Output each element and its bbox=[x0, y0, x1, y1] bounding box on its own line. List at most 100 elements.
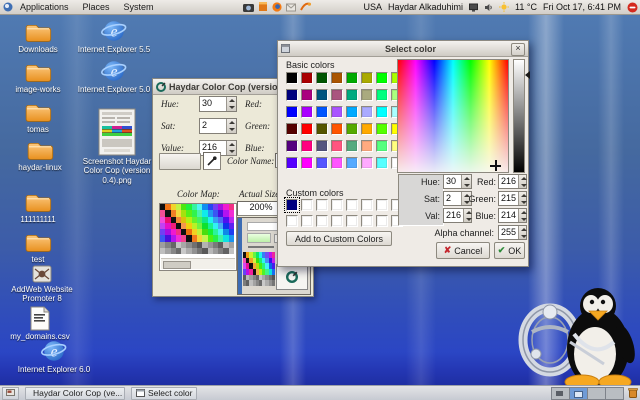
custom-color-swatch[interactable] bbox=[346, 199, 358, 211]
basic-color-swatch[interactable] bbox=[301, 123, 313, 135]
value-slider-marker[interactable] bbox=[525, 71, 530, 79]
basic-color-swatch[interactable] bbox=[316, 72, 328, 84]
custom-color-swatch[interactable] bbox=[361, 215, 373, 227]
custom-color-swatch[interactable] bbox=[361, 199, 373, 211]
alpha-spinbox[interactable]: 255 bbox=[498, 225, 527, 240]
desktop-icon-my-domains-csv[interactable]: my_domains.csv bbox=[4, 306, 76, 341]
workspace-4[interactable] bbox=[605, 386, 624, 400]
colorcop-sat-spinbox[interactable]: 2 bbox=[199, 118, 237, 134]
desktop-icon-internet-explorer-5-5[interactable]: e Internet Explorer 5.5 bbox=[64, 18, 164, 54]
basic-color-swatch[interactable] bbox=[346, 140, 358, 152]
spin-down-button[interactable] bbox=[464, 216, 472, 223]
spin-down-button[interactable] bbox=[519, 216, 527, 223]
basic-color-swatch[interactable] bbox=[316, 89, 328, 101]
basic-color-swatch[interactable] bbox=[286, 106, 298, 118]
menu-system[interactable]: System bbox=[117, 2, 161, 12]
green-spinbox[interactable]: 215 bbox=[498, 191, 527, 206]
menu-applications[interactable]: Applications bbox=[13, 2, 76, 12]
distro-menu-icon[interactable] bbox=[3, 2, 13, 12]
basic-color-swatch[interactable] bbox=[316, 106, 328, 118]
desktop-icon-tomas[interactable]: tomas bbox=[6, 102, 70, 134]
keyboard-layout-indicator[interactable]: USA bbox=[363, 2, 382, 12]
close-button[interactable]: × bbox=[511, 43, 525, 56]
basic-color-swatch[interactable] bbox=[316, 157, 328, 169]
cancel-button[interactable]: ✘ Cancel bbox=[436, 242, 490, 259]
desktop-icon-downloads[interactable]: Downloads bbox=[6, 22, 70, 54]
basic-color-swatch[interactable] bbox=[301, 72, 313, 84]
trash-icon[interactable] bbox=[628, 387, 638, 400]
basic-color-swatch[interactable] bbox=[286, 140, 298, 152]
basic-color-swatch[interactable] bbox=[346, 72, 358, 84]
basic-color-swatch[interactable] bbox=[331, 72, 343, 84]
eyedropper-button[interactable] bbox=[203, 152, 221, 170]
desktop-icon-screenshot-haydar-color-cop-ve[interactable]: Screenshot Haydar Color Cop (version 0.4… bbox=[76, 108, 158, 185]
mail-icon[interactable] bbox=[286, 3, 296, 12]
spin-up-button[interactable] bbox=[227, 97, 236, 104]
value-slider[interactable] bbox=[513, 59, 525, 173]
spin-down-button[interactable] bbox=[519, 182, 527, 189]
basic-color-swatch[interactable] bbox=[286, 89, 298, 101]
basic-color-swatch[interactable] bbox=[376, 89, 388, 101]
basic-color-swatch[interactable] bbox=[316, 140, 328, 152]
browser-swoosh-icon[interactable] bbox=[300, 2, 311, 12]
spin-up-button[interactable] bbox=[227, 141, 236, 148]
desktop-icon-111111111[interactable]: 111111111 bbox=[6, 192, 70, 224]
hue-spinbox[interactable]: 30 bbox=[443, 174, 472, 189]
basic-color-swatch[interactable] bbox=[331, 106, 343, 118]
color-map[interactable] bbox=[159, 203, 237, 271]
hue-saturation-map[interactable] bbox=[397, 59, 509, 173]
weather-sun-icon[interactable] bbox=[499, 2, 510, 12]
desktop-icon-internet-explorer-5-0[interactable]: e Internet Explorer 5.0 bbox=[64, 58, 164, 94]
screenshot-tool-icon[interactable] bbox=[243, 3, 254, 12]
basic-color-swatch[interactable] bbox=[376, 157, 388, 169]
clock[interactable]: Fri Oct 17, 6:41 PM bbox=[543, 2, 621, 12]
basic-color-swatch[interactable] bbox=[331, 89, 343, 101]
custom-color-swatch[interactable] bbox=[331, 199, 343, 211]
red-spinbox[interactable]: 216 bbox=[498, 174, 527, 189]
package-icon[interactable] bbox=[258, 2, 268, 12]
basic-color-swatch[interactable] bbox=[301, 106, 313, 118]
workspace-2-active[interactable] bbox=[569, 386, 588, 400]
custom-color-swatch[interactable] bbox=[301, 215, 313, 227]
spin-down-button[interactable] bbox=[227, 104, 236, 111]
custom-color-swatch[interactable] bbox=[376, 199, 388, 211]
basic-color-swatch[interactable] bbox=[316, 123, 328, 135]
blue-spinbox[interactable]: 214 bbox=[498, 208, 527, 223]
desktop-icon-haydar-linux[interactable]: haydar-linux bbox=[6, 140, 74, 172]
firefox-icon[interactable] bbox=[272, 2, 282, 12]
desktop-icon-test[interactable]: test bbox=[6, 232, 70, 264]
basic-color-swatch[interactable] bbox=[376, 123, 388, 135]
custom-color-swatch[interactable] bbox=[301, 199, 313, 211]
custom-color-swatch[interactable] bbox=[346, 215, 358, 227]
spin-down-button[interactable] bbox=[462, 182, 471, 189]
basic-color-swatch[interactable] bbox=[346, 106, 358, 118]
spin-down-button[interactable] bbox=[227, 148, 236, 155]
color-map-scrollbar[interactable] bbox=[161, 258, 235, 269]
ok-button[interactable]: ✔ OK bbox=[494, 242, 525, 259]
custom-color-swatch[interactable] bbox=[284, 197, 300, 213]
basic-color-swatch[interactable] bbox=[331, 157, 343, 169]
notification-icon[interactable] bbox=[627, 2, 638, 13]
basic-color-swatch[interactable] bbox=[331, 140, 343, 152]
basic-color-swatch[interactable] bbox=[301, 157, 313, 169]
basic-color-swatch[interactable] bbox=[361, 89, 373, 101]
dialog-titlebar[interactable]: Select color × bbox=[278, 41, 528, 57]
basic-color-swatch[interactable] bbox=[361, 106, 373, 118]
spin-down-button[interactable] bbox=[519, 233, 527, 240]
basic-color-swatch[interactable] bbox=[301, 140, 313, 152]
custom-color-swatch[interactable] bbox=[376, 215, 388, 227]
desktop-icon-image-works[interactable]: image-works bbox=[6, 62, 70, 94]
taskbar-button-window[interactable]: Select color bbox=[131, 386, 198, 400]
display-icon[interactable] bbox=[469, 3, 479, 12]
spin-down-button[interactable] bbox=[227, 126, 236, 133]
show-desktop-button[interactable] bbox=[2, 386, 19, 400]
colorcop-swatch-button[interactable] bbox=[159, 153, 201, 170]
custom-color-swatch[interactable] bbox=[331, 215, 343, 227]
basic-color-swatch[interactable] bbox=[361, 123, 373, 135]
custom-color-swatch[interactable] bbox=[286, 215, 298, 227]
basic-color-swatch[interactable] bbox=[376, 140, 388, 152]
basic-color-swatch[interactable] bbox=[376, 72, 388, 84]
basic-color-swatch[interactable] bbox=[331, 123, 343, 135]
custom-color-swatch[interactable] bbox=[316, 215, 328, 227]
basic-color-swatch[interactable] bbox=[286, 72, 298, 84]
